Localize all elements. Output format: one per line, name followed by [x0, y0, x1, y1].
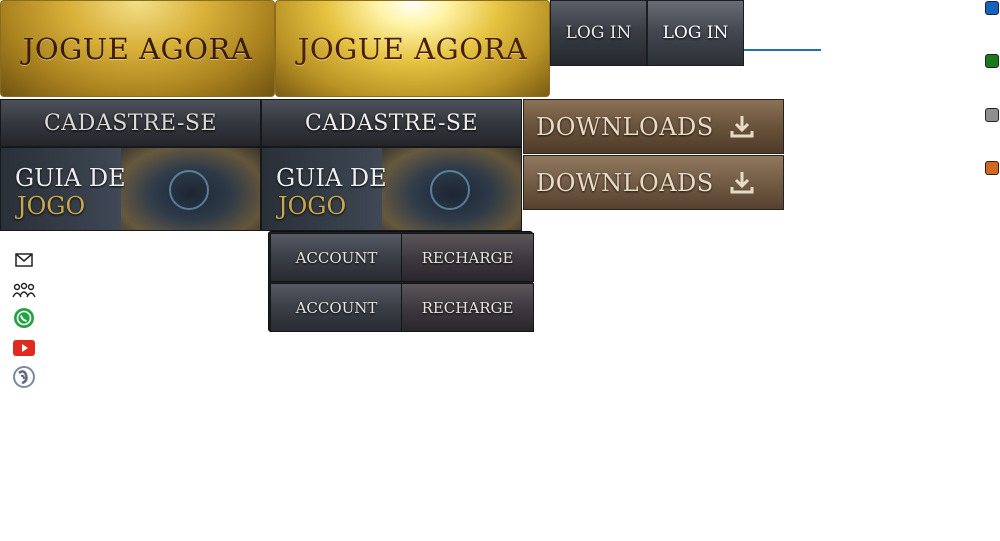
cadastre-hover-label: CADASTRE-SE: [304, 110, 479, 136]
account-button[interactable]: ACCOUNT: [270, 233, 403, 282]
cadastre-label: CADASTRE-SE: [43, 110, 218, 136]
account-hover-label: ACCOUNT: [295, 298, 378, 317]
swatch-green[interactable]: [985, 54, 999, 68]
guia-line2: JOGO: [17, 192, 86, 220]
login-button[interactable]: LOG IN: [550, 0, 647, 66]
downloads-button[interactable]: DOWNLOADS: [523, 99, 784, 154]
login-label: LOG IN: [565, 23, 632, 43]
jogue-agora-hover-label: JOGUE AGORA: [297, 31, 528, 66]
download-icon: [730, 172, 754, 194]
recharge-label: RECHARGE: [421, 248, 514, 267]
recharge-hover-label: RECHARGE: [421, 298, 514, 317]
jogue-agora-button[interactable]: JOGUE AGORA: [0, 0, 275, 97]
account-button-hover[interactable]: ACCOUNT: [270, 283, 403, 332]
mail-icon[interactable]: [12, 249, 36, 271]
whatsapp-icon[interactable]: [12, 307, 36, 329]
cadastre-button[interactable]: CADASTRE-SE: [0, 99, 261, 147]
guia-line2: JOGO: [278, 192, 347, 220]
account-label: ACCOUNT: [295, 248, 378, 267]
downloads-label: DOWNLOADS: [536, 112, 714, 141]
rune-symbol-icon: [430, 170, 470, 210]
downloads-button-hover[interactable]: DOWNLOADS: [523, 155, 784, 210]
jogue-agora-label: JOGUE AGORA: [22, 31, 253, 66]
downloads-hover-label: DOWNLOADS: [536, 168, 714, 197]
login-hover-label: LOG IN: [662, 23, 729, 43]
swatch-gray[interactable]: [985, 108, 999, 122]
divider-line: [744, 49, 821, 51]
download-icon: [730, 116, 754, 138]
guia-line1: GUIA DE: [276, 164, 387, 192]
guia-de-jogo-button-hover[interactable]: GUIA DE JOGO: [261, 147, 522, 231]
swatch-orange[interactable]: [985, 161, 999, 175]
account-recharge-bar: ACCOUNT RECHARGE ACCOUNT RECHARGE: [268, 231, 534, 332]
jogue-agora-button-hover[interactable]: JOGUE AGORA: [275, 0, 550, 97]
youtube-icon[interactable]: [12, 337, 36, 359]
teamspeak-icon[interactable]: [12, 366, 36, 388]
recharge-button[interactable]: RECHARGE: [401, 233, 534, 282]
cadastre-button-hover[interactable]: CADASTRE-SE: [261, 99, 522, 147]
guia-line1: GUIA DE: [15, 164, 126, 192]
community-icon[interactable]: [12, 279, 36, 301]
rune-symbol-icon: [169, 170, 209, 210]
swatch-blue[interactable]: [985, 1, 999, 15]
recharge-button-hover[interactable]: RECHARGE: [401, 283, 534, 332]
login-button-hover[interactable]: LOG IN: [647, 0, 744, 66]
guia-de-jogo-button[interactable]: GUIA DE JOGO: [0, 147, 261, 231]
